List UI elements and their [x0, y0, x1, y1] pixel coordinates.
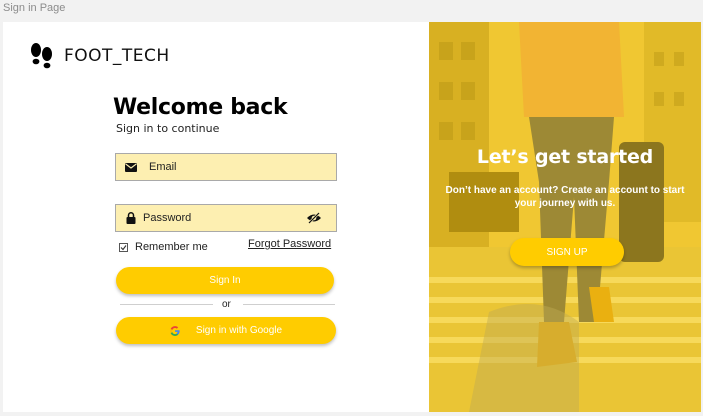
mail-icon — [123, 159, 139, 175]
forgot-password-link[interactable]: Forgot Password — [248, 238, 331, 250]
eye-slash-icon[interactable] — [304, 210, 324, 226]
google-icon — [170, 325, 180, 336]
google-sign-in-label: Sign in with Google — [195, 325, 283, 336]
brand-name: FOOT_TECH — [64, 46, 170, 66]
remember-label: Remember me — [135, 241, 208, 253]
remember-checkbox[interactable] — [119, 242, 128, 252]
frame-title: Sign in Page — [3, 2, 66, 14]
hero-panel: Let’s get started Don’t have an account?… — [429, 22, 701, 412]
google-sign-in-button[interactable]: Sign in with Google — [116, 317, 336, 344]
sign-in-page: FOOT_TECH Welcome back Sign in to contin… — [3, 22, 701, 412]
hero-subtitle: Don’t have an account? Create an account… — [445, 185, 685, 209]
divider-left — [120, 304, 213, 305]
email-input[interactable] — [149, 154, 336, 180]
sign-up-button[interactable]: SIGN UP — [510, 238, 624, 266]
page-title: Welcome back — [113, 95, 288, 120]
sign-in-button[interactable]: Sign In — [116, 267, 334, 294]
brand-logo: FOOT_TECH — [28, 42, 170, 70]
password-field[interactable] — [115, 204, 337, 232]
or-divider-label: or — [222, 299, 231, 310]
page-subtitle: Sign in to continue — [116, 122, 220, 135]
lock-icon — [123, 210, 139, 226]
hero-overlay — [429, 22, 701, 412]
hero-title: Let’s get started — [476, 146, 654, 168]
password-input[interactable] — [143, 205, 304, 231]
remember-me[interactable]: Remember me — [119, 241, 208, 253]
footprints-icon — [31, 43, 52, 69]
divider-right — [243, 304, 335, 305]
email-field[interactable] — [115, 153, 337, 181]
